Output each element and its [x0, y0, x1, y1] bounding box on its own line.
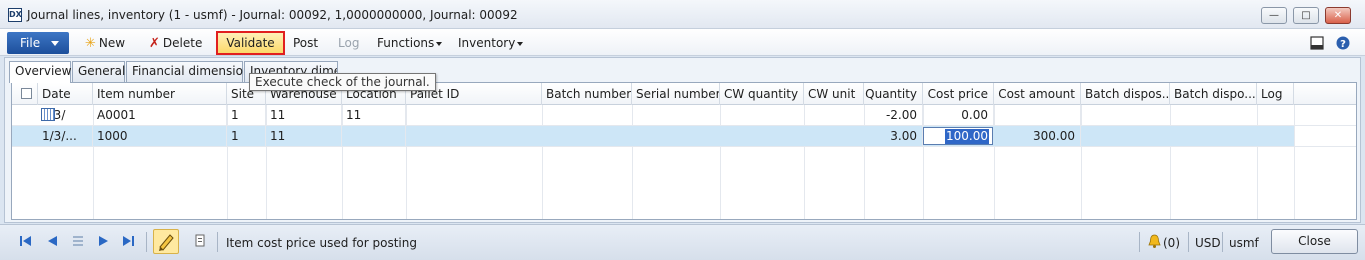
column-header-cw-unit[interactable]: CW unit — [804, 83, 864, 105]
validate-button[interactable]: Validate — [216, 31, 285, 55]
cell-cost-price[interactable]: 0.00 — [923, 105, 994, 125]
minimize-button[interactable]: — — [1261, 7, 1287, 24]
column-header-log[interactable]: Log — [1257, 83, 1294, 105]
currency-indicator[interactable]: USD — [1195, 236, 1221, 250]
inventory-menu[interactable]: Inventory — [458, 34, 524, 52]
chevron-down-icon — [51, 41, 59, 46]
row-divider — [12, 146, 1356, 147]
help-icon[interactable]: ? — [1336, 36, 1350, 50]
action-pane: File ✳ New ✗ Delete Validate Post Log Func… — [0, 29, 1365, 56]
cell-item-number[interactable]: A0001 — [93, 105, 227, 125]
previous-record-icon[interactable] — [45, 234, 59, 248]
file-label: File — [20, 36, 41, 50]
last-record-icon[interactable] — [121, 234, 135, 248]
inventory-label: Inventory — [458, 36, 516, 50]
maximize-button[interactable]: □ — [1293, 7, 1319, 24]
status-bar: Item cost price used for posting (0) USD… — [0, 224, 1365, 260]
cell-location[interactable]: 11 — [342, 105, 406, 125]
cell-warehouse[interactable]: 11 — [266, 105, 342, 125]
calendar-icon[interactable] — [41, 108, 55, 121]
cell-item-number[interactable]: 1000 — [93, 126, 227, 146]
new-label: New — [98, 36, 126, 50]
company-indicator[interactable]: usmf — [1229, 236, 1259, 250]
cell-cost-amount[interactable] — [994, 105, 1081, 125]
column-header-batch-disposition-2[interactable]: Batch dispo... — [1170, 83, 1257, 105]
cost-price-input[interactable]: 100.00 — [923, 127, 993, 145]
status-message: Item cost price used for posting — [226, 236, 417, 250]
column-header-cw-quantity[interactable]: CW quantity — [720, 83, 804, 105]
column-select — [12, 83, 38, 105]
separator — [1222, 232, 1223, 252]
validate-tooltip: Execute check of the journal. — [249, 73, 436, 91]
cell-cost-amount[interactable]: 300.00 — [994, 126, 1081, 146]
separator — [146, 232, 147, 252]
delete-label: Delete — [162, 36, 203, 50]
document-icon[interactable] — [193, 234, 207, 248]
column-header-cost-amount[interactable]: Cost amount — [994, 83, 1081, 105]
table-row[interactable]: 1/3/ A0001 1 11 11 -2.00 0.00 — [12, 105, 1356, 125]
tab-overview[interactable]: Overview — [9, 61, 72, 83]
dropdown-arrow-icon — [517, 41, 524, 46]
dropdown-arrow-icon — [436, 41, 443, 46]
svg-text:?: ? — [1340, 39, 1346, 50]
first-record-icon[interactable] — [19, 234, 33, 248]
file-menu-button[interactable]: File — [7, 32, 69, 54]
cell-location[interactable] — [342, 126, 406, 146]
layout-icon[interactable] — [1310, 36, 1324, 50]
column-header-quantity[interactable]: Quantity — [864, 83, 923, 105]
close-button[interactable]: Close — [1271, 229, 1358, 254]
bell-icon[interactable] — [1147, 234, 1162, 249]
separator — [1188, 232, 1189, 252]
column-header-item-number[interactable]: Item number — [93, 83, 227, 105]
cell-quantity[interactable]: 3.00 — [864, 126, 923, 146]
column-header-cost-price[interactable]: Cost price — [923, 83, 994, 105]
cost-price-value: 100.00 — [945, 129, 989, 144]
log-button[interactable]: Log — [338, 34, 359, 52]
cell-date[interactable]: 1/3/... — [38, 126, 93, 146]
form-body: Overview General Financial dimension Inv… — [4, 57, 1361, 223]
pencil-icon — [159, 234, 174, 251]
cell-site[interactable]: 1 — [227, 105, 266, 125]
cell-site[interactable]: 1 — [227, 126, 266, 146]
records-icon[interactable] — [71, 234, 85, 248]
column-header-serial-number[interactable]: Serial number — [632, 83, 720, 105]
delete-button[interactable]: ✗ Delete — [149, 34, 202, 52]
journal-lines-grid: Date Item number Site Warehouse Location… — [11, 82, 1357, 220]
close-window-button[interactable]: ✕ — [1325, 7, 1351, 24]
app-icon: DX — [8, 8, 22, 22]
separator — [1139, 232, 1140, 252]
table-row-selected[interactable]: 1/3/... 1000 1 11 3.00 100.00 300.00 — [12, 126, 1294, 146]
column-header-batch-number[interactable]: Batch number — [542, 83, 632, 105]
functions-menu[interactable]: Functions — [377, 34, 443, 52]
functions-label: Functions — [377, 36, 435, 50]
new-button[interactable]: ✳ New — [85, 34, 125, 52]
column-header-date[interactable]: Date — [38, 83, 93, 105]
next-record-icon[interactable] — [97, 234, 111, 248]
cell-warehouse[interactable]: 11 — [266, 126, 342, 146]
column-header-batch-disposition-1[interactable]: Batch dispos... — [1081, 83, 1170, 105]
cell-quantity[interactable]: -2.00 — [864, 105, 923, 125]
window-title: Journal lines, inventory (1 - usmf) - Jo… — [27, 8, 518, 22]
post-button[interactable]: Post — [293, 34, 318, 52]
delete-icon: ✗ — [149, 36, 160, 51]
grid-header: Date Item number Site Warehouse Location… — [12, 83, 1356, 105]
title-bar: DX Journal lines, inventory (1 - usmf) -… — [0, 0, 1365, 29]
edit-mode-button[interactable] — [153, 229, 179, 254]
new-icon: ✳ — [85, 36, 96, 51]
tab-general[interactable]: General — [72, 61, 125, 82]
tab-financial-dimension[interactable]: Financial dimension — [126, 61, 251, 82]
separator — [217, 232, 218, 252]
notification-count[interactable]: (0) — [1163, 236, 1180, 250]
